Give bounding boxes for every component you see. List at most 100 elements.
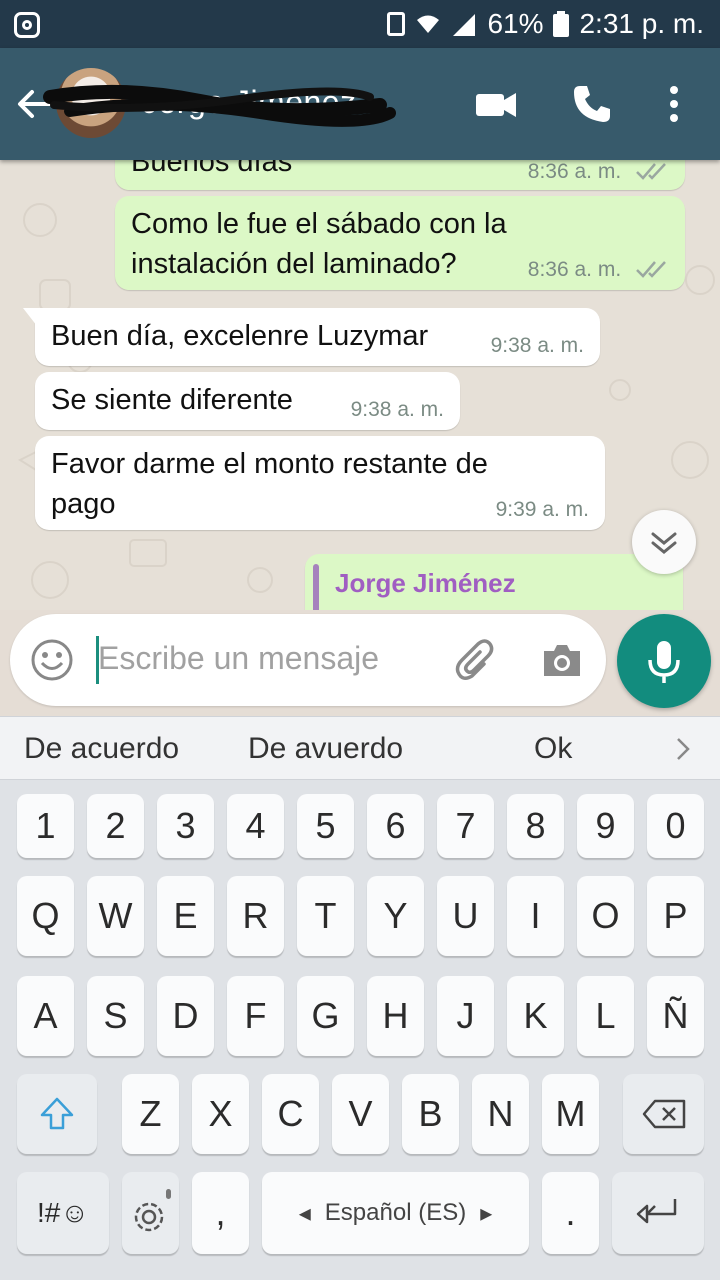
key-y[interactable]: Y [367, 876, 424, 956]
clock: 2:31 p. m. [579, 8, 704, 39]
key-x[interactable]: X [192, 1074, 249, 1154]
message-bubble-outgoing[interactable]: Buenos días 8:36 a. m. [115, 160, 685, 190]
enter-icon [636, 1199, 677, 1224]
keyboard[interactable]: De acuerdo De avuerdo Ok 1 2 3 4 5 6 7 8… [0, 716, 720, 1280]
suggestion-item[interactable]: De avuerdo [248, 732, 403, 766]
chat-header: Jorge Jiménez [0, 48, 720, 160]
key-z[interactable]: Z [122, 1074, 179, 1154]
sim-icon [387, 12, 406, 36]
more-options-icon[interactable] [664, 82, 708, 126]
key-u[interactable]: U [437, 876, 494, 956]
message-text: Favor darme el monto restante de pago [51, 448, 488, 520]
key-m[interactable]: M [542, 1074, 599, 1154]
symbols-key[interactable]: !#☺ [17, 1172, 109, 1254]
space-key[interactable]: ◂ Español (ES) ▸ [262, 1172, 529, 1254]
period-key[interactable]: . [542, 1172, 599, 1254]
comma-key[interactable]: , [192, 1172, 249, 1254]
key-v[interactable]: V [332, 1074, 389, 1154]
key-n[interactable]: N [472, 1074, 529, 1154]
emoji-icon[interactable] [30, 638, 74, 682]
key-b[interactable]: B [402, 1074, 459, 1154]
wifi-icon [415, 13, 441, 35]
suggestion-strip: De acuerdo De avuerdo Ok [0, 716, 720, 780]
phone-call-icon[interactable] [570, 82, 614, 126]
message-bubble-incoming[interactable]: Favor darme el monto restante de pago 9:… [35, 436, 605, 530]
key-n-tilde[interactable]: Ñ [647, 976, 704, 1056]
key-q[interactable]: Q [17, 876, 74, 956]
status-bar: 61% 2:31 p. m. [0, 0, 720, 48]
backspace-key[interactable] [623, 1074, 704, 1154]
battery-icon [553, 11, 570, 37]
key-a[interactable]: A [17, 976, 74, 1056]
message-bubble-incoming[interactable]: Se siente diferente 9:38 a. m. [35, 372, 460, 430]
suggestion-item[interactable]: De acuerdo [24, 732, 179, 766]
key-3[interactable]: 3 [157, 794, 214, 858]
instagram-icon [14, 12, 40, 38]
backspace-icon [642, 1099, 685, 1129]
chevron-right-small-icon: ▸ [480, 1199, 493, 1227]
battery-percent: 61% [487, 8, 544, 39]
double-chevron-down-icon [651, 532, 677, 554]
shift-key[interactable] [17, 1074, 97, 1154]
key-4[interactable]: 4 [227, 794, 284, 858]
key-l[interactable]: L [577, 976, 634, 1056]
message-bubble-outgoing[interactable]: Como le fue el sábado con la instalación… [115, 196, 685, 290]
chevron-right-icon[interactable] [672, 735, 696, 763]
key-j[interactable]: J [437, 976, 494, 1056]
message-time: 9:38 a. m. [490, 334, 584, 357]
key-9[interactable]: 9 [577, 794, 634, 858]
status-indicators: 61% 2:31 p. m. [387, 6, 704, 42]
key-d[interactable]: D [157, 976, 214, 1056]
message-input[interactable]: Escribe un mensaje [98, 640, 379, 677]
quoted-reply-bar [313, 564, 319, 610]
video-call-icon[interactable] [474, 82, 518, 126]
scroll-to-bottom-button[interactable] [632, 510, 696, 574]
key-0[interactable]: 0 [647, 794, 704, 858]
microphone-icon [648, 641, 680, 683]
key-6[interactable]: 6 [367, 794, 424, 858]
message-time: 8:36 a. m. [528, 258, 669, 282]
message-text: Buenos días [131, 160, 293, 178]
key-2[interactable]: 2 [87, 794, 144, 858]
settings-key[interactable] [122, 1172, 179, 1254]
attach-icon[interactable] [454, 638, 498, 682]
message-text: Buen día, excelenre Luzymar [51, 320, 429, 352]
message-time: 8:36 a. m. [528, 160, 669, 184]
chevron-left-icon: ◂ [298, 1199, 311, 1227]
key-r[interactable]: R [227, 876, 284, 956]
enter-key[interactable] [612, 1172, 704, 1254]
key-k[interactable]: K [507, 976, 564, 1056]
key-1[interactable]: 1 [17, 794, 74, 858]
key-f[interactable]: F [227, 976, 284, 1056]
key-i[interactable]: I [507, 876, 564, 956]
key-8[interactable]: 8 [507, 794, 564, 858]
space-language-label: Español (ES) [324, 1199, 467, 1226]
double-check-icon [636, 261, 666, 278]
key-c[interactable]: C [262, 1074, 319, 1154]
message-bubble-incoming[interactable]: Buen día, excelenre Luzymar 9:38 a. m. [23, 308, 600, 366]
message-time: 9:38 a. m. [350, 398, 444, 421]
key-w[interactable]: W [87, 876, 144, 956]
camera-icon[interactable] [540, 638, 584, 682]
chat-area[interactable]: Buenos días 8:36 a. m. Como le fue el sá… [0, 160, 720, 610]
voice-message-button[interactable] [617, 614, 711, 708]
key-e[interactable]: E [157, 876, 214, 956]
message-bubble-outgoing[interactable]: Jorge Jiménez [305, 554, 683, 610]
key-h[interactable]: H [367, 976, 424, 1056]
message-text: Se siente diferente [51, 384, 293, 416]
signal-icon [451, 12, 477, 36]
suggestion-item[interactable]: Ok [534, 732, 572, 766]
key-7[interactable]: 7 [437, 794, 494, 858]
double-check-icon [636, 163, 666, 180]
message-text: Como le fue el sábado con la instalación… [131, 208, 507, 280]
key-t[interactable]: T [297, 876, 354, 956]
quoted-reply-author: Jorge Jiménez [335, 568, 516, 598]
key-o[interactable]: O [577, 876, 634, 956]
key-s[interactable]: S [87, 976, 144, 1056]
message-input-bar[interactable]: Escribe un mensaje [10, 614, 606, 706]
key-g[interactable]: G [297, 976, 354, 1056]
gear-icon [134, 1189, 171, 1232]
key-5[interactable]: 5 [297, 794, 354, 858]
key-p[interactable]: P [647, 876, 704, 956]
message-time: 9:39 a. m. [495, 498, 589, 521]
